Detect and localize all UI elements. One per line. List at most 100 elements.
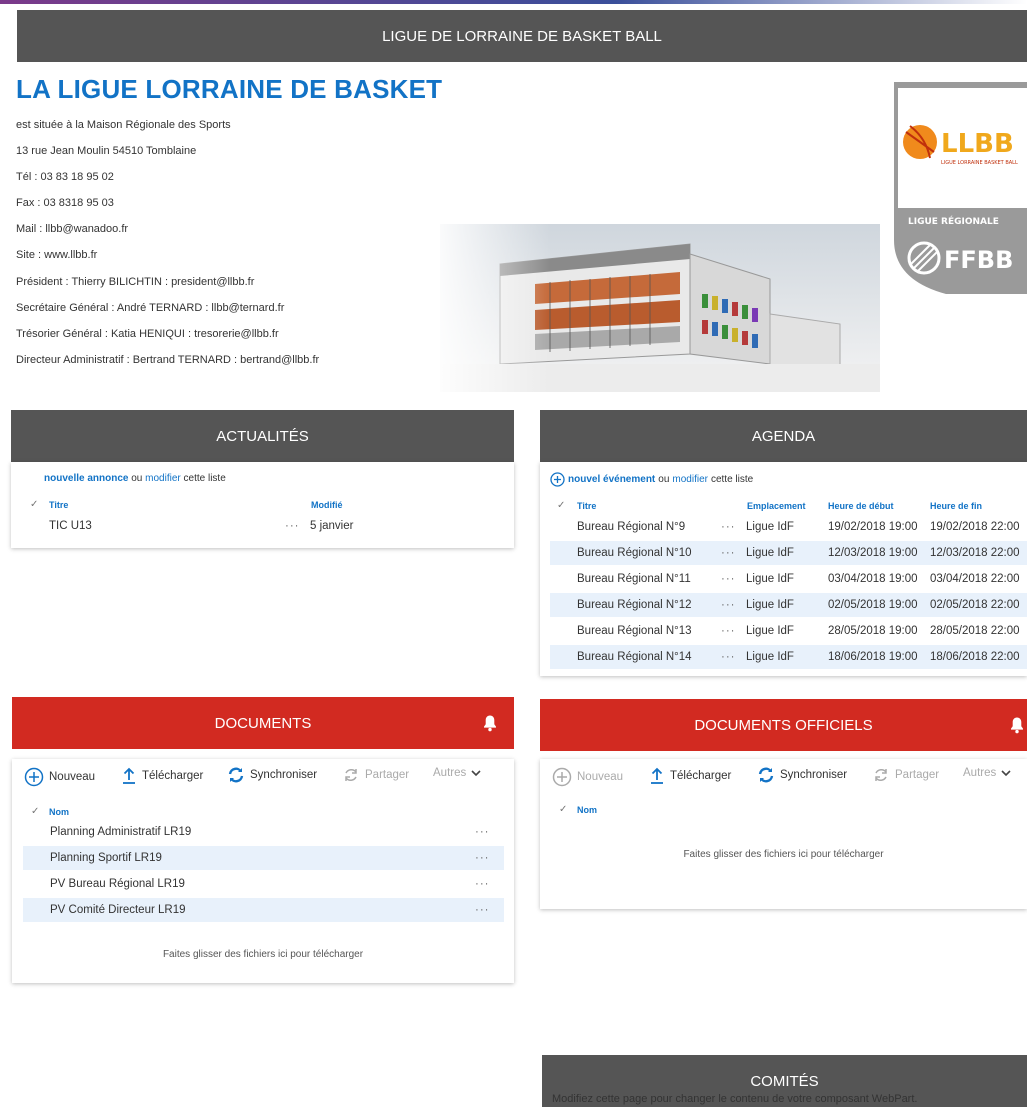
table-row[interactable]: Bureau Régional N°9 ··· Ligue IdF 19/02/… (550, 515, 1027, 539)
or-text: ou (131, 473, 143, 484)
info-line: Site : www.llbb.fr (16, 249, 98, 262)
event-end: 02/05/2018 22:00 (930, 599, 1020, 611)
actualites-actions: nouvelle annonce ou modifier cette liste (44, 473, 226, 484)
event-title[interactable]: Bureau Régional N°14 (577, 651, 692, 663)
column-header-titre[interactable]: Titre (577, 501, 596, 511)
edit-list-link[interactable]: modifier (145, 473, 181, 484)
sync-button[interactable]: Synchroniser (757, 767, 847, 783)
event-location: Ligue IdF (746, 651, 794, 663)
more-icon[interactable]: ··· (475, 852, 490, 864)
event-title[interactable]: Bureau Régional N°11 (577, 573, 691, 585)
more-icon[interactable]: ··· (475, 904, 490, 916)
list-suffix: cette liste (183, 473, 226, 484)
top-accent-line (0, 0, 1027, 4)
share-button[interactable]: Partager (872, 767, 939, 783)
more-icon[interactable]: ··· (475, 878, 490, 890)
actualites-title: ACTUALITÉS (216, 427, 309, 445)
building-image (440, 224, 880, 392)
event-location: Ligue IdF (746, 599, 794, 611)
upload-label: Télécharger (670, 770, 732, 782)
check-icon[interactable]: ✓ (557, 500, 565, 511)
column-header-fin[interactable]: Heure de fin (930, 501, 982, 511)
info-line: Secrétaire Général : André TERNARD : llb… (16, 301, 285, 314)
event-location: Ligue IdF (746, 625, 794, 637)
check-icon[interactable]: ✓ (31, 806, 39, 817)
share-label: Partager (365, 769, 410, 781)
edit-list-link[interactable]: modifier (672, 474, 708, 485)
banner-title: LIGUE DE LORRAINE DE BASKET BALL (382, 27, 662, 45)
share-button[interactable]: Partager (342, 767, 409, 783)
info-line: Fax : 03 8318 95 03 (16, 197, 114, 210)
file-row[interactable]: PV Bureau Régional LR19 ··· (23, 872, 504, 896)
event-start: 12/03/2018 19:00 (828, 547, 918, 559)
upload-button[interactable]: Télécharger (121, 767, 203, 785)
file-row[interactable]: Planning Administratif LR19 ··· (23, 820, 504, 844)
column-header-modifie[interactable]: Modifié (311, 500, 343, 510)
file-name[interactable]: PV Comité Directeur LR19 (50, 904, 186, 916)
event-title[interactable]: Bureau Régional N°10 (577, 547, 692, 559)
column-header-debut[interactable]: Heure de début (828, 501, 894, 511)
table-row[interactable]: Bureau Régional N°13 ··· Ligue IdF 28/05… (550, 619, 1027, 643)
event-end: 03/04/2018 22:00 (930, 573, 1020, 585)
actualites-header: ACTUALITÉS (11, 410, 514, 462)
event-end: 12/03/2018 22:00 (930, 547, 1020, 559)
bell-icon[interactable] (482, 714, 498, 732)
item-title[interactable]: TIC U13 (49, 520, 92, 532)
more-icon[interactable]: ··· (721, 547, 736, 559)
sync-button[interactable]: Synchroniser (227, 767, 317, 783)
info-line: Mail : llbb@wanadoo.fr (16, 223, 129, 236)
more-actions-button[interactable]: Autres (433, 767, 481, 779)
more-actions-button[interactable]: Autres (963, 767, 1011, 779)
column-header-emplacement[interactable]: Emplacement (747, 501, 806, 511)
upload-button[interactable]: Télécharger (649, 767, 731, 785)
new-button[interactable]: Nouveau (552, 767, 623, 787)
event-end: 28/05/2018 22:00 (930, 625, 1020, 637)
more-icon[interactable]: ··· (721, 651, 736, 663)
table-row[interactable]: Bureau Régional N°14 ··· Ligue IdF 18/06… (550, 645, 1027, 669)
logo-band: LIGUE RÉGIONALE (908, 215, 999, 227)
column-header-nom[interactable]: Nom (49, 807, 69, 817)
list-item[interactable]: TIC U13 ··· 5 janvier (23, 514, 503, 538)
table-row[interactable]: Bureau Régional N°11 ··· Ligue IdF 03/04… (550, 567, 1027, 591)
actualites-webpart: nouvelle annonce ou modifier cette liste… (11, 462, 514, 548)
column-header-titre[interactable]: Titre (49, 500, 68, 510)
more-icon[interactable]: ··· (721, 573, 736, 585)
more-icon[interactable]: ··· (285, 520, 300, 532)
sync-label: Synchroniser (780, 769, 848, 781)
event-title[interactable]: Bureau Régional N°13 (577, 625, 692, 637)
check-icon[interactable]: ✓ (30, 499, 38, 510)
event-title[interactable]: Bureau Régional N°9 (577, 521, 685, 533)
file-name[interactable]: PV Bureau Régional LR19 (50, 878, 185, 890)
share-icon (345, 769, 357, 781)
file-row[interactable]: PV Comité Directeur LR19 ··· (23, 898, 504, 922)
table-row[interactable]: Bureau Régional N°12 ··· Ligue IdF 02/05… (550, 593, 1027, 617)
new-announcement-link[interactable]: nouvelle annonce (44, 473, 128, 484)
more-label: Autres (963, 767, 997, 779)
table-row[interactable]: Bureau Régional N°10 ··· Ligue IdF 12/03… (550, 541, 1027, 565)
plus-circle-icon[interactable] (550, 472, 565, 487)
more-icon[interactable]: ··· (721, 625, 736, 637)
event-start: 03/04/2018 19:00 (828, 573, 918, 585)
file-name[interactable]: Planning Administratif LR19 (50, 826, 191, 838)
agenda-actions: nouvel événement ou modifier cette liste (550, 472, 753, 487)
more-label: Autres (433, 767, 467, 779)
more-icon[interactable]: ··· (721, 521, 736, 533)
comites-title: COMITÉS (750, 1072, 819, 1090)
more-icon[interactable]: ··· (721, 599, 736, 611)
file-name[interactable]: Planning Sportif LR19 (50, 852, 162, 864)
new-button[interactable]: Nouveau (24, 767, 95, 787)
column-header-nom[interactable]: Nom (577, 805, 597, 815)
info-line: Trésorier Général : Katia HENIQUI : tres… (16, 327, 279, 340)
drop-zone[interactable]: Faites glisser des fichiers ici pour tél… (12, 949, 514, 960)
chevron-down-icon (1001, 770, 1011, 777)
new-event-link[interactable]: nouvel événement (568, 474, 655, 485)
event-title[interactable]: Bureau Régional N°12 (577, 599, 692, 611)
drop-zone[interactable]: Faites glisser des fichiers ici pour tél… (540, 849, 1027, 860)
more-icon[interactable]: ··· (475, 826, 490, 838)
event-end: 18/06/2018 22:00 (930, 651, 1020, 663)
file-row[interactable]: Planning Sportif LR19 ··· (23, 846, 504, 870)
check-icon[interactable]: ✓ (559, 804, 567, 815)
plus-circle-icon (552, 767, 572, 787)
share-icon (875, 769, 887, 781)
bell-icon[interactable] (1009, 716, 1025, 734)
